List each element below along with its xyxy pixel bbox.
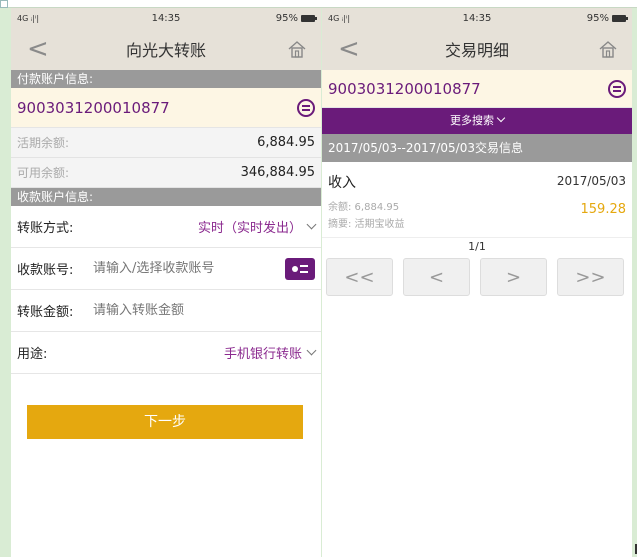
more-search-label: 更多搜索 (450, 114, 494, 127)
chevron-down-icon (496, 113, 506, 123)
account-number: 9003031200010877 (328, 79, 481, 98)
purpose-label: 用途: (17, 347, 48, 362)
available-balance-value: 346,884.95 (240, 165, 315, 180)
prev-page-button[interactable]: < (403, 258, 470, 296)
available-balance-row: 可用余额: 346,884.95 (11, 158, 321, 188)
status-bar: 4G ᵢ|ⁱ| 14:35 95% (322, 8, 632, 28)
payer-account-row[interactable]: 9003031200010877 (11, 88, 321, 128)
battery-icon (612, 14, 628, 22)
transfer-amount-input[interactable] (93, 303, 315, 318)
next-step-button[interactable]: 下一步 (27, 405, 303, 439)
transfer-method-row[interactable]: 转账方式: 实时（实时发出） (11, 206, 321, 248)
more-search-button[interactable]: 更多搜索 (322, 108, 632, 134)
payer-account-number: 9003031200010877 (17, 98, 170, 117)
transfer-method-select[interactable]: 实时（实时发出） (197, 217, 317, 236)
payee-account-input[interactable] (93, 261, 285, 276)
transfer-amount-label: 转账金额: (17, 305, 74, 320)
battery-icon (301, 14, 317, 22)
nav-bar: < 交易明细 (322, 28, 632, 70)
payee-account-label: 收款账号: (17, 263, 74, 278)
status-time: 14:35 (151, 12, 181, 24)
page-title: 向光大转账 (125, 41, 206, 60)
payee-account-row: 收款账号: (11, 248, 321, 290)
list-lines-icon (300, 264, 308, 273)
transaction-date: 2017/05/03 (556, 174, 626, 188)
chevron-down-icon (306, 219, 317, 230)
transfer-method-label: 转账方式: (17, 221, 74, 236)
transaction-amount: 159.28 (580, 202, 627, 217)
chevron-down-icon (306, 345, 317, 356)
nav-bar: < 向光大转账 (11, 28, 321, 70)
card-select-icon[interactable] (608, 79, 626, 98)
window-top-strip (0, 0, 637, 8)
payee-section-header: 收款账户信息: (11, 188, 321, 206)
payer-section-header: 付款账户信息: (11, 70, 321, 88)
transfer-method-value: 实时（实时发出） (197, 221, 302, 236)
transaction-detail-screen: 4G ᵢ|ⁱ| 14:35 95% < 交易明细 900303120001087… (322, 8, 632, 557)
transaction-item[interactable]: 收入 2017/05/03 余额: 6,884.95 摘要: 活期宝收益 159… (322, 162, 632, 238)
last-page-button[interactable]: >> (557, 258, 624, 296)
page-indicator: 1/1 (468, 240, 486, 253)
window-corner-box (0, 0, 8, 8)
current-balance-label: 活期余额: (17, 136, 70, 150)
account-row[interactable]: 9003031200010877 (322, 70, 632, 108)
purpose-row[interactable]: 用途: 手机银行转账 (11, 332, 321, 374)
first-page-button[interactable]: << (326, 258, 393, 296)
transaction-memo: 摘要: 活期宝收益 (328, 219, 405, 230)
contact-book-button[interactable] (285, 257, 315, 280)
person-icon (292, 265, 298, 272)
current-balance-row: 活期余额: 6,884.95 (11, 128, 321, 158)
status-bar: 4G ᵢ|ⁱ| 14:35 95% (11, 8, 321, 28)
home-icon[interactable] (598, 39, 618, 59)
transfer-screen: 4G ᵢ|ⁱ| 14:35 95% < 向光大转账 付款账户信息: 900303… (11, 8, 321, 557)
purpose-select[interactable]: 手机银行转账 (223, 343, 317, 362)
home-icon[interactable] (287, 39, 307, 59)
available-balance-label: 可用余额: (17, 166, 70, 180)
date-range-header: 2017/05/03--2017/05/03交易信息 (322, 134, 632, 162)
purpose-value: 手机银行转账 (223, 347, 302, 362)
page-title: 交易明细 (444, 41, 509, 60)
card-select-icon[interactable] (297, 98, 315, 117)
transfer-amount-row: 转账金额: (11, 290, 321, 332)
next-page-button[interactable]: > (480, 258, 547, 296)
status-time: 14:35 (462, 12, 492, 24)
current-balance-value: 6,884.95 (257, 135, 315, 150)
pagination: << < > >> (326, 258, 624, 296)
